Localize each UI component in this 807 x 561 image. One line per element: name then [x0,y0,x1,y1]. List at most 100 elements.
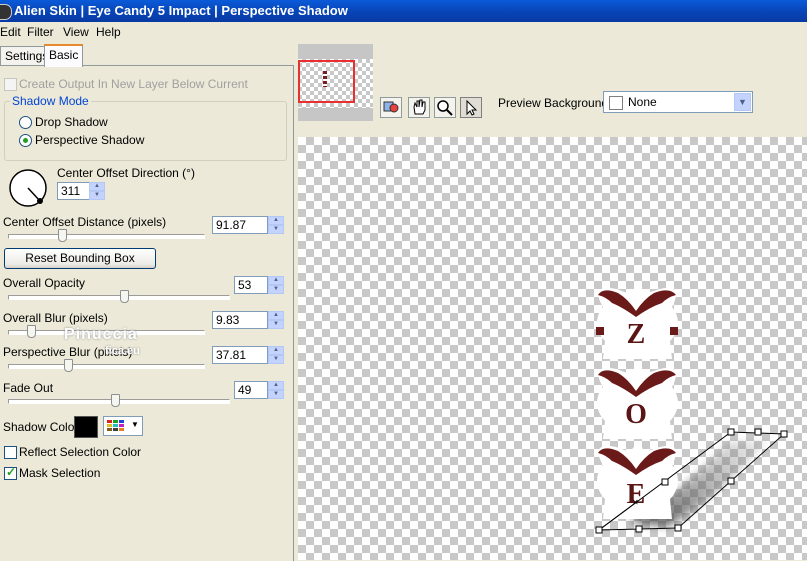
menu-edit[interactable]: Edit [0,25,21,39]
menu-bar: Edit Filter View Help [0,22,807,42]
shadow-mode-group [4,101,287,161]
tab-strip: Settings Basic [0,44,296,67]
offset-distance-label: Center Offset Distance (pixels) [3,215,167,229]
spin-up-icon[interactable]: ▲ [268,381,284,390]
overall-opacity-input[interactable] [234,276,268,294]
perspective-blur-thumb[interactable] [63,359,73,372]
create-output-label: Create Output In New Layer Below Current [19,77,248,91]
none-swatch-icon [609,96,623,110]
bbox-handle[interactable] [754,428,762,436]
perspective-shadow-radio[interactable] [19,134,32,147]
shadow-color-swatch[interactable] [74,416,98,438]
overall-blur-spinner[interactable]: ▲ ▼ [212,311,284,331]
letter-o: O [625,399,647,430]
arrow-icon [466,99,478,116]
direction-spin-buttons[interactable]: ▲ ▼ [89,182,105,200]
direction-dial[interactable] [8,168,50,210]
arrow-tool-button[interactable] [460,97,482,118]
app-icon[interactable] [0,4,12,20]
fade-out-input[interactable] [234,381,268,399]
perspective-shadow-label: Perspective Shadow [35,133,145,147]
drop-shadow-radio[interactable] [19,116,32,129]
hand-icon [413,99,426,115]
perspective-blur-spin-buttons[interactable]: ▲ ▼ [268,346,284,364]
offset-distance-spin-buttons[interactable]: ▲ ▼ [268,216,284,234]
offset-distance-track[interactable] [8,234,205,239]
preview-background-value: None [628,95,657,109]
spin-up-icon[interactable]: ▲ [268,216,284,225]
spin-down-icon[interactable]: ▼ [268,285,284,294]
spin-down-icon[interactable]: ▼ [268,355,284,364]
spin-up-icon[interactable]: ▲ [268,346,284,355]
letter-z: Z [627,319,646,350]
mask-selection-label: Mask Selection [19,466,101,480]
overall-opacity-spinner[interactable]: ▲ ▼ [234,276,284,296]
shadow-color-label: Shadow Color [3,420,79,434]
overall-blur-thumb[interactable] [26,325,36,338]
preview-artwork: Z O E ✕ [595,286,788,534]
hand-tool-button[interactable] [408,97,430,118]
thumbnail-object [323,71,327,87]
perspective-blur-track[interactable] [8,364,205,369]
overall-opacity-thumb[interactable] [119,290,129,303]
checkmark-icon: ✓ [6,465,17,479]
reflect-selection-label: Reflect Selection Color [19,445,142,459]
zoom-tool-button[interactable] [434,97,456,118]
bbox-handle[interactable] [674,524,682,532]
window-title: Alien Skin | Eye Candy 5 Impact | Perspe… [14,3,348,18]
reset-bounding-box-button[interactable]: Reset Bounding Box [4,248,156,269]
watermark-suffix: fica.eu [105,345,140,357]
spin-up-icon[interactable]: ▲ [268,276,284,285]
fade-out-spin-buttons[interactable]: ▲ ▼ [268,381,284,399]
offset-distance-spinner[interactable]: ▲ ▼ [212,216,284,236]
overall-blur-spin-buttons[interactable]: ▲ ▼ [268,311,284,329]
menu-filter[interactable]: Filter [27,25,54,39]
spin-down-icon[interactable]: ▼ [89,191,105,200]
spin-down-icon[interactable]: ▼ [268,320,284,329]
preview-canvas[interactable]: Z O E ✕ [298,137,807,560]
drop-shadow-label: Drop Shadow [35,115,108,129]
overall-blur-input[interactable] [212,311,268,329]
fade-out-label: Fade Out [3,381,54,395]
radio-selected-dot [23,138,28,143]
fade-out-spinner[interactable]: ▲ ▼ [234,381,284,401]
preview-icon [383,101,399,113]
navigator-viewport-rect[interactable] [298,60,355,103]
settings-panel: Create Output In New Layer Below Current… [0,65,294,561]
bbox-handle[interactable] [595,526,603,534]
create-output-checkbox[interactable] [4,78,17,91]
menu-help[interactable]: Help [96,25,121,39]
reflect-selection-checkbox[interactable] [4,446,17,459]
chevron-down-icon[interactable]: ▼ [734,93,751,111]
chevron-down-icon: ▼ [131,420,139,429]
bbox-handle[interactable] [727,428,735,436]
spin-down-icon[interactable]: ▼ [268,390,284,399]
preview-background-label: Preview Background: [498,96,612,110]
overall-opacity-spin-buttons[interactable]: ▲ ▼ [268,276,284,294]
spin-up-icon[interactable]: ▲ [89,182,105,191]
overall-opacity-label: Overall Opacity [3,276,86,290]
offset-distance-input[interactable] [212,216,268,234]
mask-selection-checkbox[interactable]: ✓ [4,465,17,480]
spin-up-icon[interactable]: ▲ [268,311,284,320]
spin-down-icon[interactable]: ▼ [268,225,284,234]
preview-background-select[interactable]: None ▼ [603,91,753,113]
offset-distance-thumb[interactable] [58,229,68,242]
title-bar: Alien Skin | Eye Candy 5 Impact | Perspe… [0,0,807,22]
tab-basic[interactable]: Basic [44,44,84,67]
bbox-handle[interactable] [780,430,788,438]
bbox-handle[interactable] [661,478,669,486]
menu-view[interactable]: View [63,25,89,39]
direction-spinner[interactable]: ▲ ▼ [57,182,107,202]
bbox-handle[interactable] [635,525,643,533]
bbox-handle[interactable] [727,477,735,485]
direction-input[interactable] [57,182,90,200]
overall-blur-label: Overall Blur (pixels) [3,311,108,325]
preview-tool-button[interactable] [380,97,402,118]
perspective-blur-spinner[interactable]: ▲ ▼ [212,346,284,366]
fade-out-thumb[interactable] [111,394,121,407]
perspective-blur-input[interactable] [212,346,268,364]
color-picker-dropdown[interactable]: ▼ [103,416,143,436]
center-cross-icon[interactable]: ✕ [632,498,639,507]
direction-label: Center Offset Direction (°) [57,166,195,180]
